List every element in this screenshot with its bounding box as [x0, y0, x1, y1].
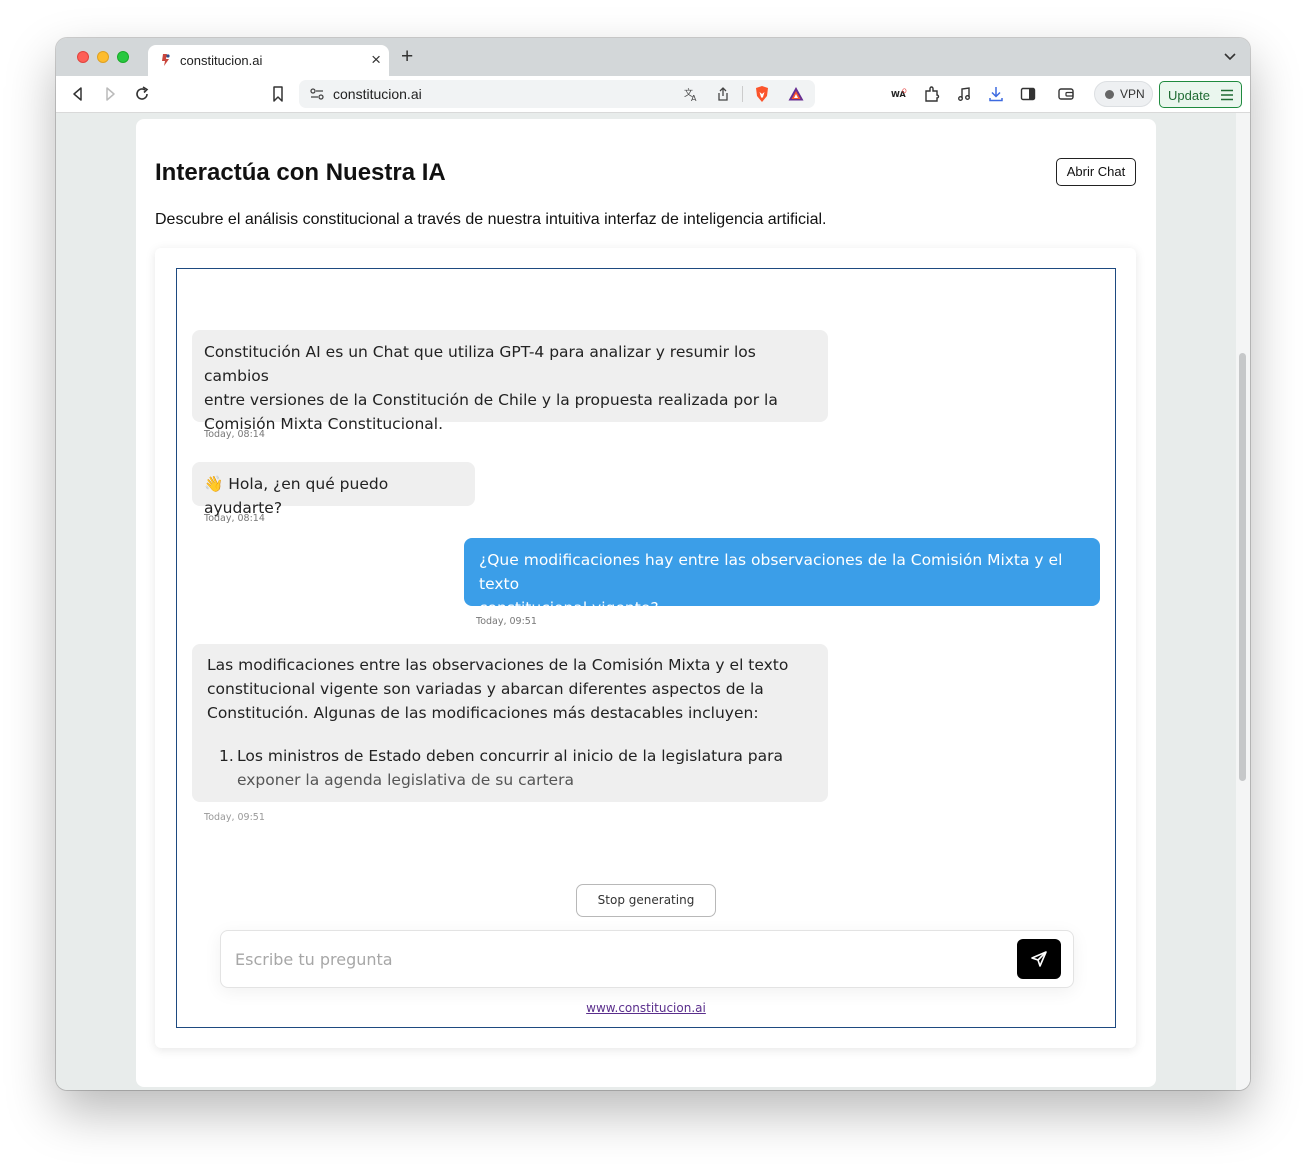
zoom-window-button[interactable]: [117, 51, 129, 63]
bookmark-icon[interactable]: [269, 85, 287, 103]
message-line: constitucional vigente son variadas y ab…: [207, 680, 764, 698]
browser-tab[interactable]: constitucion.ai ×: [148, 45, 389, 76]
brave-rewards-icon[interactable]: [787, 85, 805, 103]
tab-strip: constitucion.ai × +: [56, 38, 1250, 76]
address-bar[interactable]: constitucion.ai 文 A: [299, 80, 815, 108]
vpn-status-icon: [1105, 90, 1114, 99]
translate-icon[interactable]: 文 A: [683, 86, 699, 102]
message-line: ¿Que modificaciones hay entre las observ…: [479, 551, 1063, 593]
paper-plane-icon: [1031, 951, 1047, 967]
message-line: entre versiones de la Constitución de Ch…: [204, 391, 778, 409]
page-title: Interactúa con Nuestra IA: [155, 159, 446, 186]
list-item-number: 1.: [219, 747, 234, 765]
message-text: Hola, ¿en qué puedo ayudarte?: [204, 475, 389, 517]
share-icon[interactable]: [715, 86, 731, 102]
page-viewport: Interactúa con Nuestra IA Abrir Chat Des…: [56, 113, 1250, 1090]
message-timestamp: Today, 08:14: [204, 513, 265, 524]
back-icon[interactable]: [69, 85, 87, 103]
list-item: 1. Los ministros de Estado deben concurr…: [207, 744, 813, 792]
extension-wao-icon[interactable]: WA O: [891, 85, 909, 103]
scrollbar-thumb[interactable]: [1239, 353, 1246, 781]
open-chat-button[interactable]: Abrir Chat: [1056, 158, 1136, 186]
chat-embed: Constitución AI es un Chat que utiliza G…: [176, 268, 1116, 1028]
message-timestamp: Today, 09:51: [476, 616, 537, 627]
sidebar-toggle-icon[interactable]: [1019, 85, 1037, 103]
url-divider: [742, 86, 743, 102]
vpn-button[interactable]: VPN: [1094, 81, 1153, 107]
waving-hand-icon: 👋: [204, 475, 224, 493]
message-line: exponer la agenda legislativa de su cart…: [237, 771, 574, 789]
bot-message: Constitución AI es un Chat que utiliza G…: [192, 330, 828, 433]
update-label: Update: [1168, 88, 1210, 103]
browser-window: constitucion.ai × + constitucion.ai 文 A …: [56, 38, 1250, 1090]
message-line: Los ministros de Estado deben concurrir …: [237, 747, 784, 765]
tab-close-icon[interactable]: ×: [371, 50, 381, 70]
hamburger-menu-icon: [1221, 89, 1233, 101]
bot-message: 👋 Hola, ¿en qué puedo ayudarte?: [192, 462, 475, 517]
update-button[interactable]: Update: [1159, 81, 1242, 108]
message-line: Constitución AI es un Chat que utiliza G…: [204, 343, 756, 385]
message-line: Comisión Mixta Constitucional.: [204, 415, 444, 433]
scrollbar-track: [1236, 113, 1250, 1090]
message-line: Constitución. Algunas de las modificacio…: [207, 704, 759, 722]
site-settings-icon[interactable]: [309, 86, 325, 102]
brave-shields-icon[interactable]: [753, 85, 771, 103]
reload-icon[interactable]: [133, 85, 151, 103]
minimize-window-button[interactable]: [97, 51, 109, 63]
url-text: constitucion.ai: [333, 86, 422, 102]
chat-question-input[interactable]: [235, 945, 995, 973]
vpn-label: VPN: [1120, 87, 1145, 101]
svg-text:O: O: [902, 88, 907, 95]
wallet-icon[interactable]: [1057, 85, 1075, 103]
new-tab-icon[interactable]: +: [401, 46, 413, 67]
stop-generating-button[interactable]: Stop generating: [576, 884, 716, 917]
message-timestamp: Today, 08:14: [204, 429, 265, 440]
page-subtitle: Descubre el análisis constitucional a tr…: [155, 211, 827, 228]
send-button[interactable]: [1017, 939, 1061, 979]
browser-toolbar: constitucion.ai 文 A WA O VPN Update: [56, 76, 1250, 113]
chevron-down-icon[interactable]: [1224, 53, 1236, 61]
bot-message: Las modificaciones entre las observacion…: [192, 644, 828, 802]
message-line: constitucional vigente?: [479, 599, 659, 617]
constitucion-favicon-icon: [162, 54, 170, 66]
download-icon[interactable]: [987, 85, 1005, 103]
tab-title: constitucion.ai: [180, 53, 263, 68]
content-card: Interactúa con Nuestra IA Abrir Chat Des…: [136, 119, 1156, 1087]
message-line: Las modificaciones entre las observacion…: [207, 656, 789, 674]
constitucion-website-link[interactable]: www.constitucion.ai: [177, 1001, 1115, 1015]
svg-text:A: A: [691, 94, 697, 102]
forward-icon[interactable]: [101, 85, 119, 103]
user-message: ¿Que modificaciones hay entre las observ…: [464, 538, 1100, 617]
close-window-button[interactable]: [77, 51, 89, 63]
chat-input-box: [220, 930, 1074, 988]
message-timestamp: Today, 09:51: [204, 812, 265, 823]
extensions-puzzle-icon[interactable]: [923, 85, 941, 103]
media-music-icon[interactable]: [955, 85, 973, 103]
